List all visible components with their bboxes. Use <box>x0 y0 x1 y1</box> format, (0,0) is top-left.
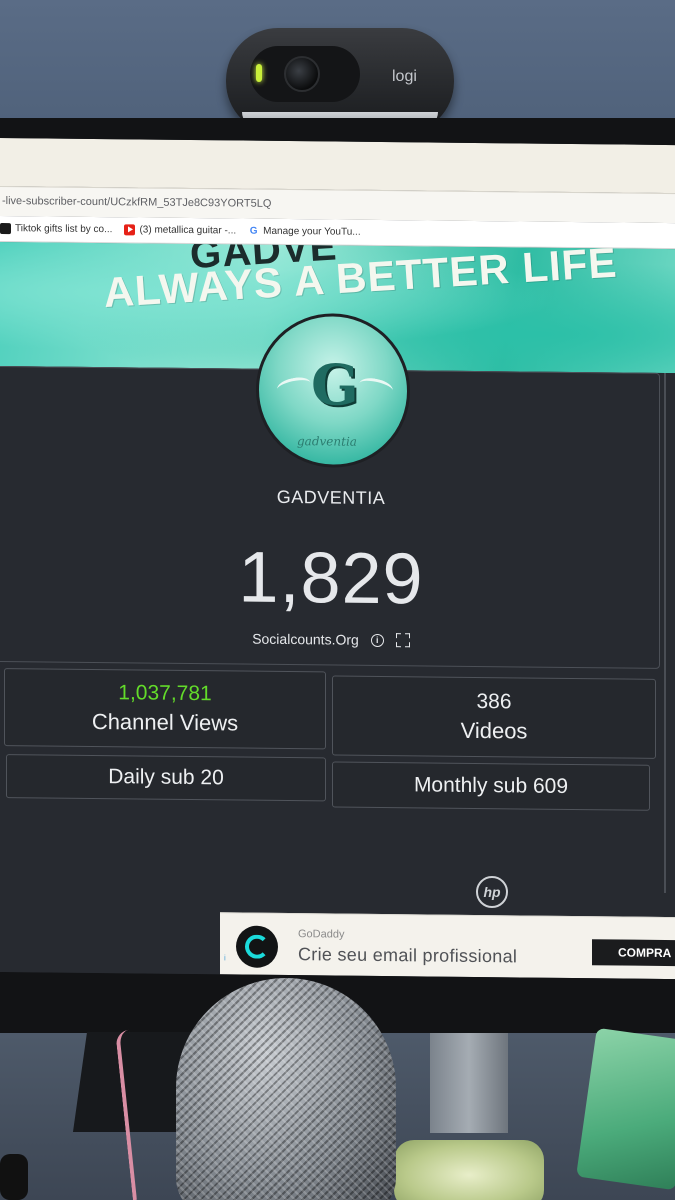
banner-slogan: ALWAYS A BETTER LIFE <box>102 242 619 316</box>
ad-choices-icon[interactable]: i <box>224 953 234 973</box>
source-link[interactable]: Socialcounts.Org <box>252 631 359 648</box>
subscriber-count: 1,829 <box>238 537 424 620</box>
bookmark-youtube[interactable]: (3) metallica guitar -... <box>124 224 236 236</box>
tiktok-icon <box>0 223 11 235</box>
bookmark-label: (3) metallica guitar -... <box>139 224 237 237</box>
monitor-stand <box>430 1033 508 1133</box>
bookmark-tiktok[interactable]: Tiktok gifts list by co... <box>0 223 112 235</box>
wing-left-icon <box>275 374 313 398</box>
avatar-letter: G <box>311 352 359 419</box>
black-knob <box>0 1154 28 1200</box>
daily-sub-text: Daily sub 20 <box>108 765 224 790</box>
monitor: -live-subscriber-count/UCzkfRM_53TJe8C93… <box>0 118 675 1033</box>
videos-label: Videos <box>460 717 528 744</box>
channel-views-box: 1,037,781 Channel Views <box>4 668 326 750</box>
hp-logo-icon: hp <box>476 876 508 908</box>
ad-brand: GoDaddy <box>298 928 345 941</box>
microphone <box>176 978 396 1200</box>
monthly-sub-box: Monthly sub 609 <box>332 761 650 811</box>
webcam-lens <box>284 56 320 92</box>
snack-package <box>394 1140 544 1200</box>
fullscreen-icon[interactable] <box>395 633 410 648</box>
videos-value: 386 <box>476 689 512 714</box>
bookmark-google[interactable]: G Manage your YouTu... <box>248 225 361 238</box>
stats-panel: G gadventia GADVENTIA 1,829 Socialcounts… <box>0 312 675 980</box>
monthly-sub-text: Monthly sub 609 <box>413 773 569 798</box>
google-icon: G <box>248 225 260 237</box>
webcam-led <box>256 64 262 82</box>
channel-views-value: 1,037,781 <box>118 681 212 706</box>
godaddy-ad[interactable]: GoDaddy Crie seu email profissional COMP… <box>220 912 675 980</box>
ad-headline[interactable]: Crie seu email profissional <box>298 944 517 967</box>
avatar-script: gadventia <box>297 434 357 449</box>
youtube-icon <box>124 224 136 236</box>
bookmark-label: Manage your YouTu... <box>263 225 361 238</box>
webcam-lens-housing <box>250 46 360 102</box>
screen: -live-subscriber-count/UCzkfRM_53TJe8C93… <box>0 138 675 980</box>
channel-views-label: Channel Views <box>91 708 239 736</box>
daily-sub-box: Daily sub 20 <box>6 754 326 802</box>
ad-cta-button[interactable]: COMPRA <box>592 939 675 967</box>
videos-box: 386 Videos <box>332 675 656 759</box>
info-icon[interactable]: i <box>370 633 384 647</box>
url-text[interactable]: -live-subscriber-count/UCzkfRM_53TJe8C93… <box>2 195 271 210</box>
panel-edge <box>664 372 666 893</box>
channel-avatar: G gadventia <box>256 312 410 469</box>
wing-right-icon <box>357 375 395 399</box>
webcam-brand: logi <box>392 68 417 85</box>
bookmark-label: Tiktok gifts list by co... <box>15 223 113 236</box>
browser-tab-strip <box>0 138 675 194</box>
godaddy-logo-icon <box>236 925 278 968</box>
